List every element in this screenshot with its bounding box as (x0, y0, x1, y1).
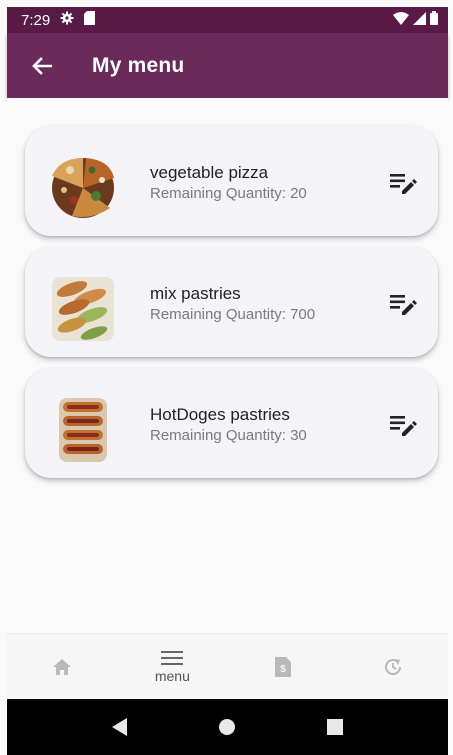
edit-button[interactable] (388, 168, 418, 198)
menu-item-image (52, 277, 114, 341)
triangle-back-icon (112, 718, 128, 736)
svg-text:$: $ (280, 664, 286, 675)
menu-item-name: HotDoges pastries (150, 405, 290, 424)
history-icon (384, 659, 401, 676)
bottom-navigation: menu $ (7, 633, 448, 700)
wifi-icon (393, 11, 409, 29)
app-bar: My menu (7, 33, 448, 98)
edit-note-icon (390, 416, 417, 436)
home-icon (53, 659, 72, 675)
menu-item-remaining: Remaining Quantity: 30 (150, 427, 307, 444)
circle-home-icon (219, 719, 236, 735)
status-time: 7:29 (21, 11, 51, 29)
page-title: My menu (92, 53, 185, 77)
system-recents-button[interactable] (326, 719, 343, 735)
menu-item-name: mix pastries (150, 284, 241, 303)
back-button[interactable] (27, 51, 57, 81)
arrow-back-icon (32, 56, 52, 75)
status-bar: 7:29 (7, 7, 448, 33)
menu-list: vegetable pizza Remaining Quantity: 20 m… (7, 98, 448, 633)
nav-item-menu[interactable]: menu (117, 634, 227, 700)
system-home-button[interactable] (218, 718, 236, 736)
edit-button[interactable] (388, 289, 418, 319)
menu-item-card[interactable]: HotDoges pastries Remaining Quantity: 30 (25, 368, 438, 478)
menu-item-remaining: Remaining Quantity: 700 (150, 306, 316, 323)
settings-icon (60, 11, 74, 29)
edit-button[interactable] (388, 410, 418, 440)
nav-item-history[interactable] (338, 634, 448, 700)
menu-item-card[interactable]: mix pastries Remaining Quantity: 700 (25, 247, 438, 357)
edit-note-icon (390, 295, 417, 315)
square-recents-icon (326, 719, 343, 735)
system-navigation-bar (7, 699, 448, 755)
menu-item-remaining: Remaining Quantity: 20 (150, 185, 307, 202)
nav-label-menu: menu (154, 668, 190, 684)
menu-item-card[interactable]: vegetable pizza Remaining Quantity: 20 (25, 126, 438, 236)
menu-item-image (52, 156, 114, 220)
signal-icon (413, 11, 426, 29)
sd-card-icon (84, 11, 96, 29)
invoice-icon: $ (274, 657, 291, 677)
edit-note-icon (390, 174, 417, 194)
nav-item-invoices[interactable]: $ (228, 634, 338, 700)
system-back-button[interactable] (112, 718, 128, 736)
menu-item-name: vegetable pizza (150, 163, 269, 182)
battery-icon (430, 11, 438, 29)
menu-item-image (59, 398, 107, 462)
nav-item-home[interactable] (7, 634, 117, 700)
menu-icon (161, 651, 184, 665)
